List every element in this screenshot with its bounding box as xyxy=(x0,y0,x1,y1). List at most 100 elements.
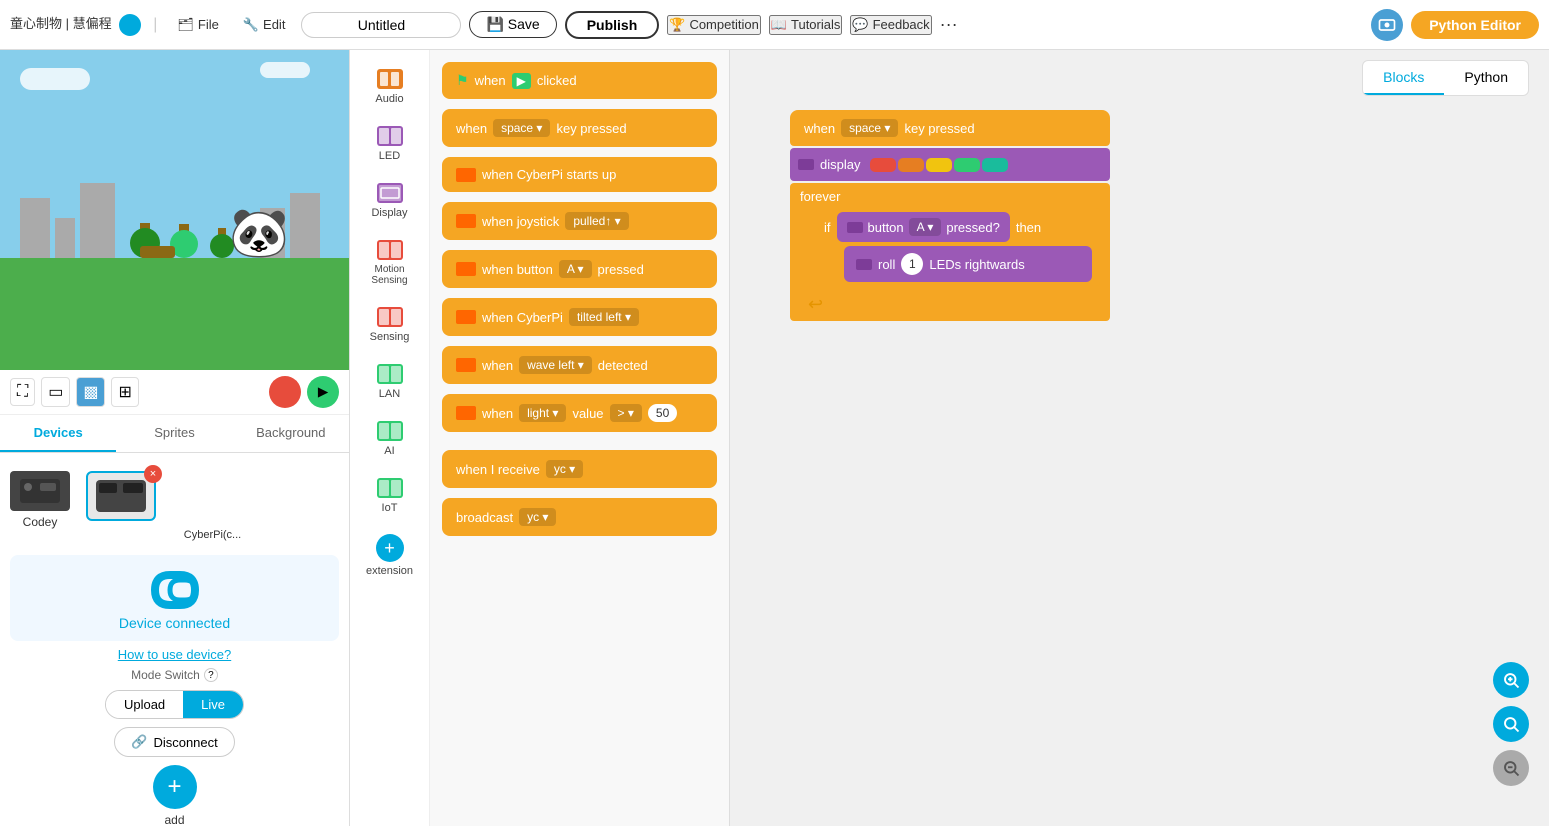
block-button-pressed[interactable]: when button A ▾ pressed xyxy=(442,250,717,288)
category-ai[interactable]: AI xyxy=(354,412,426,465)
canvas-button-dropdown[interactable]: A ▾ xyxy=(909,218,942,236)
category-display[interactable]: Display xyxy=(354,174,426,227)
codey-device[interactable]: Codey xyxy=(10,471,70,529)
joystick-dropdown[interactable]: pulled↑ ▾ xyxy=(565,212,628,230)
space-dropdown[interactable]: space ▾ xyxy=(493,119,550,137)
led-cat-label: LED xyxy=(379,150,400,162)
device-icon-button[interactable] xyxy=(1371,9,1403,41)
receive-dropdown[interactable]: yc ▾ xyxy=(546,460,583,478)
tab-sprites[interactable]: Sprites xyxy=(116,415,232,452)
python-editor-button[interactable]: Python Editor xyxy=(1411,11,1539,39)
brand-logo: 童心制物 | 慧偏程 xyxy=(10,13,141,36)
stage: 🐼 xyxy=(0,50,349,370)
stage-controls: ⛶ ▭ ▩ ⊞ ▶ xyxy=(0,370,349,415)
left-panel: 🐼 ⛶ ▭ ▩ ⊞ ▶ Devices Sprites Background xyxy=(0,50,350,826)
block-cyberpi-starts[interactable]: when CyberPi starts up xyxy=(442,157,717,192)
light-dropdown[interactable]: light ▾ xyxy=(519,404,566,422)
cyberpi-icon-3 xyxy=(456,262,476,276)
layout-2-button[interactable]: ▩ xyxy=(76,377,105,407)
file-button[interactable]: 🗂 File xyxy=(169,13,226,37)
disconnect-button[interactable]: 🔗 Disconnect xyxy=(114,727,235,757)
ai-cat-label: AI xyxy=(384,445,394,457)
block-joystick[interactable]: when joystick pulled↑ ▾ xyxy=(442,202,717,240)
tab-blocks[interactable]: Blocks xyxy=(1363,61,1444,95)
layout-1-button[interactable]: ▭ xyxy=(41,377,70,407)
cyberpi-icon-1 xyxy=(456,168,476,182)
flag-icon: ⚑ xyxy=(456,72,469,89)
sensing-cat-label: Sensing xyxy=(370,331,410,343)
canvas-space-dropdown[interactable]: space ▾ xyxy=(841,119,898,137)
category-sensing[interactable]: Sensing xyxy=(354,298,426,351)
gt-dropdown[interactable]: > ▾ xyxy=(610,404,642,422)
save-button[interactable]: 💾 Save xyxy=(469,11,556,38)
block-wave[interactable]: when wave left ▾ detected xyxy=(442,346,717,384)
connected-area: Device connected xyxy=(10,555,339,641)
display-bar xyxy=(870,158,1008,172)
roll-value: 1 xyxy=(901,253,923,275)
broadcast-dropdown[interactable]: yc ▾ xyxy=(519,508,556,526)
title-input[interactable] xyxy=(301,12,461,38)
canvas-zoom-controls xyxy=(1493,662,1529,786)
remove-cyberpi-button[interactable]: × xyxy=(144,465,162,483)
block-receive[interactable]: when I receive yc ▾ xyxy=(442,450,717,488)
expand-button[interactable]: ⛶ xyxy=(10,378,35,406)
block-when-clicked[interactable]: ⚑ when ▶ clicked xyxy=(442,62,717,99)
display-cat-label: Display xyxy=(371,207,407,219)
canvas-cyberpi-icon-2 xyxy=(847,222,863,233)
codey-icon xyxy=(10,471,70,511)
category-iot[interactable]: IoT xyxy=(354,469,426,522)
tutorials-button[interactable]: 📖 Tutorials xyxy=(769,15,843,35)
tab-python[interactable]: Python xyxy=(1444,61,1528,95)
wave-dropdown[interactable]: wave left ▾ xyxy=(519,356,592,374)
canvas-workspace: when space ▾ key pressed display xyxy=(790,110,1110,321)
layout-3-button[interactable]: ⊞ xyxy=(111,377,138,407)
live-button[interactable]: Live xyxy=(183,691,243,718)
feedback-button[interactable]: 💬 Feedback xyxy=(850,15,931,35)
more-button[interactable]: ··· xyxy=(940,14,958,35)
mode-info-icon[interactable]: ? xyxy=(204,668,218,682)
publish-button[interactable]: Publish xyxy=(565,11,660,39)
block-tilted[interactable]: when CyberPi tilted left ▾ xyxy=(442,298,717,336)
light-value-input: 50 xyxy=(648,404,677,422)
category-motion[interactable]: Motion Sensing xyxy=(354,231,426,294)
zoom-out-button[interactable] xyxy=(1493,750,1529,786)
block-light-value[interactable]: when light ▾ value > ▾ 50 xyxy=(442,394,717,432)
block-broadcast[interactable]: broadcast yc ▾ xyxy=(442,498,717,536)
nav-divider: | xyxy=(153,16,157,34)
device-content: Codey × CyberPi(c... xyxy=(0,453,349,826)
canvas-roll-block[interactable]: roll 1 LEDs rightwards xyxy=(844,246,1092,282)
canvas-event-block[interactable]: when space ▾ key pressed xyxy=(790,110,1110,146)
tutorials-icon: 📖 xyxy=(771,17,787,33)
run-button[interactable]: ▶ xyxy=(307,376,339,408)
how-to-link[interactable]: How to use device? xyxy=(10,647,339,662)
ai-cat-icon xyxy=(376,420,404,442)
button-a-dropdown[interactable]: A ▾ xyxy=(559,260,592,278)
category-extension[interactable]: + extension xyxy=(354,526,426,585)
canvas-forever-block[interactable]: forever if button A ▾ pressed? xyxy=(790,183,1110,321)
canvas-area: Blocks Python when space ▾ key pressed d… xyxy=(730,50,1549,826)
feedback-icon: 💬 xyxy=(852,17,868,33)
canvas-button-condition[interactable]: button A ▾ pressed? xyxy=(837,212,1010,242)
lan-cat-label: LAN xyxy=(379,388,400,400)
extension-cat-icon: + xyxy=(376,534,404,562)
tilt-dropdown[interactable]: tilted left ▾ xyxy=(569,308,639,326)
competition-button[interactable]: 🏆 Competition xyxy=(667,15,761,35)
category-lan[interactable]: LAN xyxy=(354,355,426,408)
block-when-key-pressed[interactable]: when space ▾ key pressed xyxy=(442,109,717,147)
extension-cat-label: extension xyxy=(366,565,413,577)
zoom-reset-button[interactable] xyxy=(1493,706,1529,742)
iot-cat-label: IoT xyxy=(382,502,398,514)
tab-background[interactable]: Background xyxy=(233,415,349,452)
blocks-palette: ⚑ when ▶ clicked when space ▾ key presse… xyxy=(430,50,730,826)
canvas-display-block[interactable]: display xyxy=(790,148,1110,181)
stop-button[interactable] xyxy=(269,376,301,408)
canvas-if-block[interactable]: if button A ▾ pressed? then xyxy=(816,208,1100,286)
add-device-button[interactable]: + add xyxy=(10,765,339,826)
category-audio[interactable]: Audio xyxy=(354,60,426,113)
cyberpi-icon-5 xyxy=(456,358,476,372)
tab-devices[interactable]: Devices xyxy=(0,415,116,452)
upload-button[interactable]: Upload xyxy=(106,691,183,718)
edit-button[interactable]: 🔧 Edit xyxy=(235,13,294,37)
zoom-in-button[interactable] xyxy=(1493,662,1529,698)
category-led[interactable]: LED xyxy=(354,117,426,170)
